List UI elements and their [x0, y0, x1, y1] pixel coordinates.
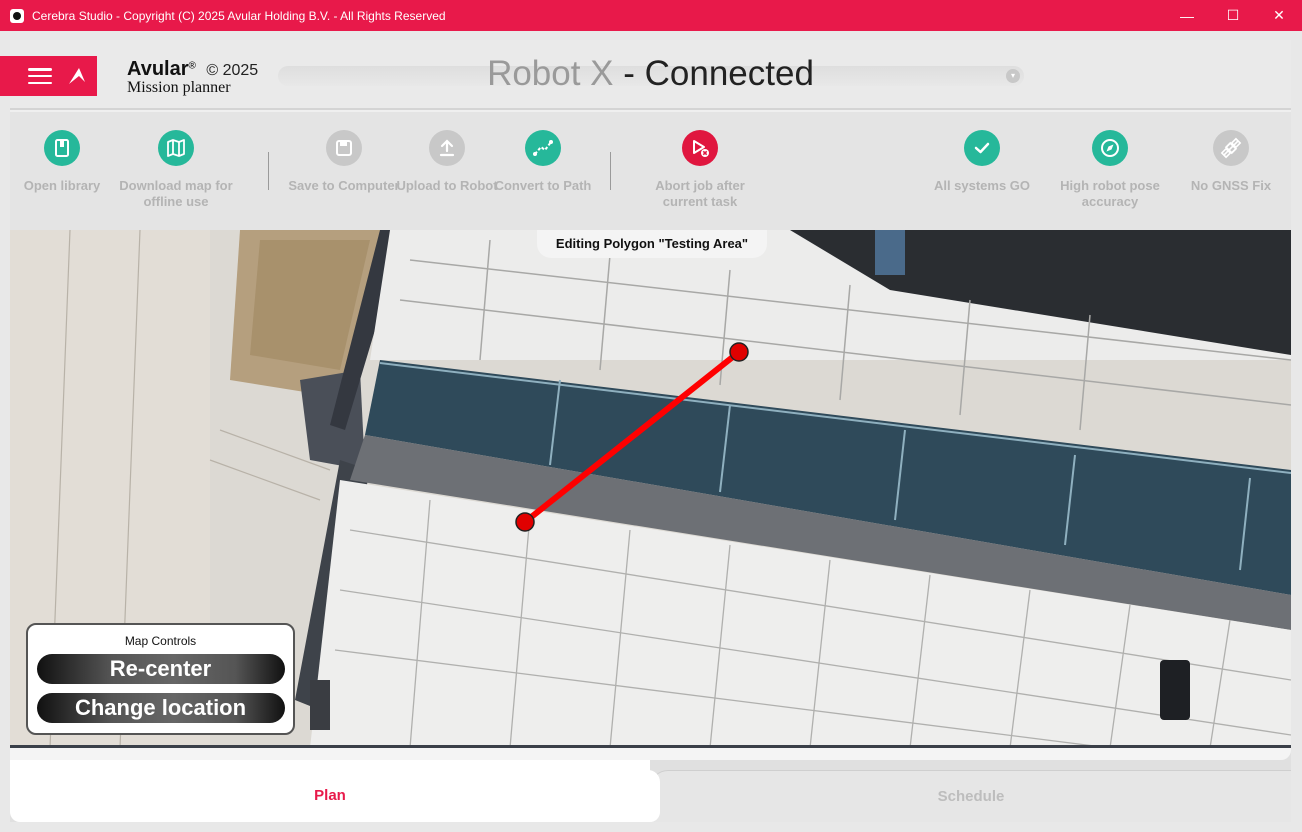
upload-icon [429, 130, 465, 166]
pose-accuracy-label: High robot pose accuracy [1060, 178, 1160, 209]
connection-status: - Connected [613, 54, 814, 93]
polygon-vertex[interactable] [515, 512, 535, 532]
floppy-disk-icon [326, 130, 362, 166]
map-controls-title: Map Controls [124, 634, 197, 648]
all-systems-status: All systems GO [917, 130, 1047, 194]
satellite-icon [1213, 130, 1249, 166]
robot-status: Robot X - Connected [10, 54, 1291, 94]
close-button[interactable]: ✕ [1256, 0, 1302, 31]
map-icon [158, 130, 194, 166]
title-bar: Cerebra Studio - Copyright (C) 2025 Avul… [0, 0, 1302, 31]
window-title: Cerebra Studio - Copyright (C) 2025 Avul… [32, 8, 446, 23]
bottom-strip [10, 748, 1291, 760]
path-icon [525, 130, 561, 166]
abort-job-label: Abort job after current task [655, 178, 745, 209]
compass-icon [1092, 130, 1128, 166]
maximize-button[interactable]: ☐ [1210, 0, 1256, 31]
gnss-status: No GNSS Fix [1166, 130, 1296, 194]
download-map-button[interactable]: Download map for offline use [111, 130, 241, 210]
robot-name: Robot X [487, 54, 614, 93]
toolbar-divider [268, 152, 269, 190]
tab-plan[interactable]: Plan [10, 760, 660, 822]
toolbar: Open library Download map for offline us… [10, 112, 1291, 230]
minimize-button[interactable]: — [1164, 0, 1210, 31]
abort-job-button[interactable]: Abort job after current task [635, 130, 765, 210]
book-icon [44, 130, 80, 166]
bottom-tabs: Schedule Plan [10, 748, 1291, 822]
convert-to-path-label: Convert to Path [494, 178, 592, 193]
pose-accuracy-status: High robot pose accuracy [1045, 130, 1175, 210]
app-header: Avular® © 2025 Mission planner ▾ Robot X… [0, 40, 1291, 110]
window-controls: — ☐ ✕ [1164, 0, 1302, 31]
gnss-label: No GNSS Fix [1190, 178, 1272, 193]
change-location-button[interactable]: Change location [36, 693, 285, 723]
toolbar-divider [610, 152, 611, 190]
all-systems-label: All systems GO [933, 178, 1031, 193]
map-controls-panel: Map Controls Re-center Change location [26, 623, 295, 735]
checkmark-icon [964, 130, 1000, 166]
open-library-button[interactable]: Open library [0, 130, 127, 194]
recenter-button[interactable]: Re-center [36, 654, 285, 684]
app-frame: Avular® © 2025 Mission planner ▾ Robot X… [0, 40, 1291, 822]
open-library-label: Open library [23, 178, 101, 193]
convert-to-path-button[interactable]: Convert to Path [478, 130, 608, 194]
app-icon [10, 8, 24, 23]
tab-schedule[interactable]: Schedule [650, 770, 1291, 822]
download-map-label: Download map for offline use [119, 178, 233, 209]
polygon-vertex[interactable] [729, 342, 749, 362]
abort-play-icon [682, 130, 718, 166]
editing-polygon-label: Editing Polygon "Testing Area" [537, 230, 767, 258]
